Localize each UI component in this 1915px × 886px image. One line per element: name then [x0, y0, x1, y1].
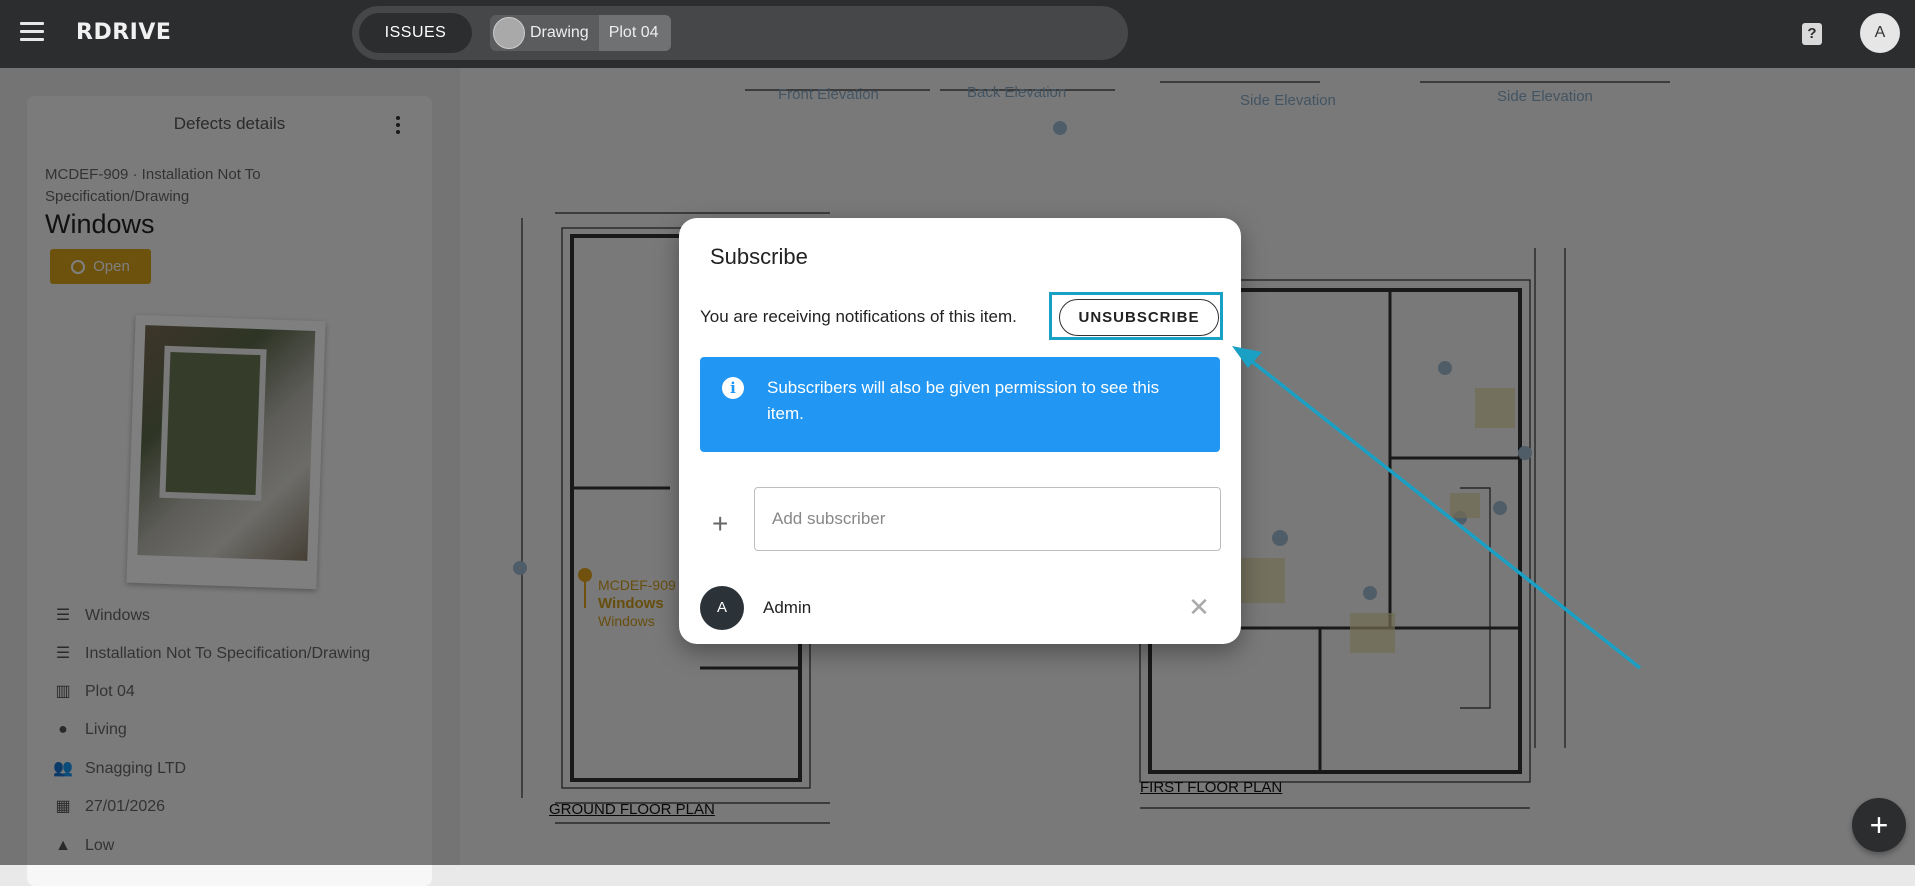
subscriber-avatar: A	[700, 586, 744, 630]
add-subscriber-input[interactable]: Add subscriber	[754, 487, 1221, 551]
breadcrumb-drawing[interactable]: Drawing	[530, 24, 599, 42]
info-icon: i	[722, 377, 744, 399]
subscriber-row: A Admin ✕	[700, 586, 1220, 632]
notification-status-text: You are receiving notifications of this …	[700, 307, 1017, 326]
close-icon[interactable]: ✕	[1186, 594, 1212, 620]
app-logo[interactable]: RDRIVE	[76, 20, 171, 45]
subscribe-dialog: Subscribe You are receiving notification…	[679, 218, 1241, 644]
user-avatar[interactable]: A	[1860, 13, 1900, 53]
dialog-title: Subscribe	[710, 244, 808, 269]
info-alert: i Subscribers will also be given permiss…	[700, 357, 1220, 452]
issues-button[interactable]: ISSUES	[359, 13, 472, 53]
drawing-thumbnail-icon	[493, 17, 525, 49]
add-button[interactable]: +	[1852, 798, 1906, 852]
menu-icon[interactable]	[20, 22, 44, 42]
top-bar: RDRIVE ISSUES Drawing Plot 04 ? A	[0, 0, 1915, 68]
breadcrumb-plot[interactable]: Plot 04	[598, 15, 671, 51]
info-text: Subscribers will also be given permissio…	[767, 378, 1160, 423]
help-icon[interactable]: ?	[1802, 23, 1822, 45]
breadcrumb[interactable]: Drawing Plot 04	[490, 15, 671, 51]
plus-icon[interactable]: +	[712, 508, 728, 540]
unsubscribe-button[interactable]: UNSUBSCRIBE	[1059, 299, 1219, 336]
subscriber-name: Admin	[763, 598, 812, 617]
